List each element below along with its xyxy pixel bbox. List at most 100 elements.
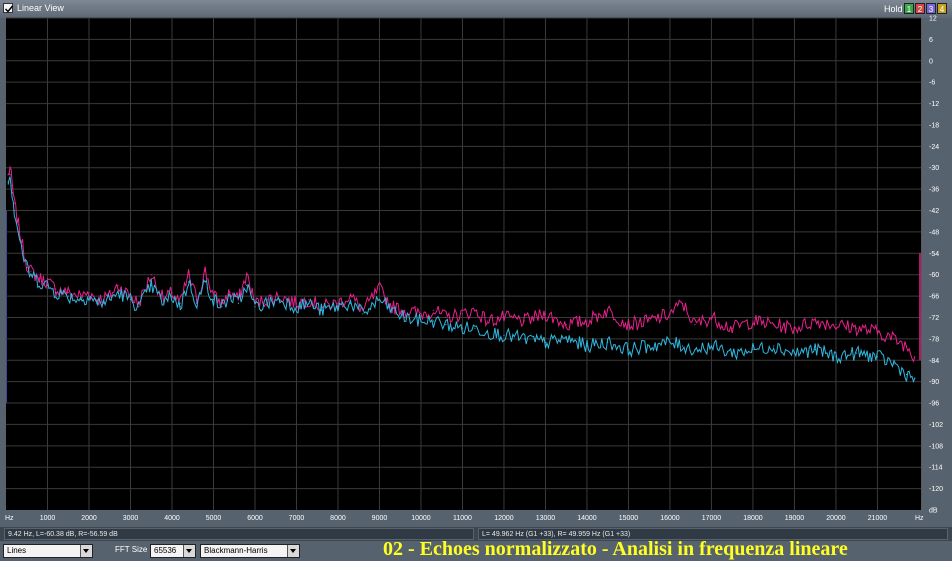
series-2-point bbox=[67, 295, 69, 297]
chevron-down-icon bbox=[287, 545, 299, 557]
series-1-point bbox=[627, 324, 630, 326]
chevron-down-icon bbox=[80, 545, 92, 557]
series-1-point bbox=[229, 291, 231, 294]
series-1-point bbox=[67, 291, 69, 294]
series-1-point bbox=[914, 356, 916, 358]
series-1-point bbox=[279, 295, 281, 297]
series-2-point bbox=[681, 345, 683, 347]
series-1-point bbox=[524, 320, 526, 322]
x-tick-label: 8000 bbox=[330, 515, 346, 522]
series-2-point bbox=[445, 324, 447, 326]
y-tick-label: -18 bbox=[929, 122, 939, 129]
series-1-point bbox=[204, 270, 206, 272]
series-2-point bbox=[461, 327, 464, 329]
series-2-point bbox=[26, 266, 28, 269]
series-1-point bbox=[793, 327, 796, 329]
series-2-point bbox=[378, 299, 381, 301]
series-1-point bbox=[196, 299, 198, 301]
fft-size-select[interactable]: 65536 bbox=[150, 544, 196, 558]
series-2-point bbox=[731, 352, 733, 354]
series-2-point bbox=[432, 320, 435, 322]
series-1-point bbox=[445, 316, 447, 319]
y-tick-label: -72 bbox=[929, 315, 939, 322]
series-2-point bbox=[171, 295, 173, 297]
series-2-point bbox=[420, 320, 422, 322]
series-2-point bbox=[266, 302, 269, 304]
series-1-point bbox=[187, 274, 190, 276]
series-1-point bbox=[171, 291, 173, 294]
x-tick-label: 6000 bbox=[247, 515, 263, 522]
x-right-unit-label: Hz bbox=[915, 515, 924, 522]
x-tick-label: 12000 bbox=[494, 515, 514, 522]
series-2-point bbox=[246, 284, 248, 286]
x-tick-label: 18000 bbox=[743, 515, 763, 522]
series-2-point bbox=[627, 348, 630, 351]
window-function-select[interactable]: Blackmann-Harris bbox=[200, 544, 300, 558]
y-tick-label: -102 bbox=[929, 422, 943, 429]
series-1-point bbox=[432, 309, 435, 311]
y-tick-label: -114 bbox=[929, 465, 943, 472]
series-2-point bbox=[403, 316, 405, 319]
y-tick-label: -96 bbox=[929, 401, 939, 408]
series-1-point bbox=[179, 302, 181, 304]
series-1-point bbox=[9, 167, 11, 169]
x-tick-label: 19000 bbox=[785, 515, 805, 522]
x-tick-label: 13000 bbox=[536, 515, 556, 522]
spectrum-plot[interactable]: 1000 2000 3000 4000 5000 6000 7000 8000 9000 1000… bbox=[0, 0, 952, 527]
x-tick-label: 15000 bbox=[619, 515, 639, 522]
y-unit-label: dB bbox=[929, 508, 938, 515]
series-1-point bbox=[474, 309, 476, 311]
x-tick-label: 16000 bbox=[660, 515, 680, 522]
caption-text: 02 - Echoes normalizzato - Analisi in fr… bbox=[383, 538, 848, 560]
series-2-point bbox=[254, 306, 256, 308]
series-1-point bbox=[420, 313, 422, 315]
series-2-point bbox=[237, 302, 239, 304]
series-1-point bbox=[295, 302, 298, 304]
y-tick-label: 12 bbox=[929, 16, 937, 23]
series-1-point bbox=[378, 288, 381, 290]
series-2-point bbox=[7, 181, 9, 183]
y-tick-label: 0 bbox=[929, 58, 933, 65]
series-2-point bbox=[13, 209, 15, 212]
x-tick-label: 9000 bbox=[372, 515, 388, 522]
x-tick-label: 1000 bbox=[40, 515, 56, 522]
series-1-point bbox=[731, 327, 733, 329]
series-1-point bbox=[337, 302, 339, 304]
series-2-point bbox=[17, 231, 20, 233]
series-2-point bbox=[752, 348, 754, 351]
series-1-point bbox=[7, 174, 9, 176]
series-1-point bbox=[586, 320, 588, 322]
y-tick-label: 6 bbox=[929, 37, 933, 44]
series-2-point bbox=[204, 281, 206, 283]
series-1-point bbox=[308, 299, 310, 301]
series-2-point bbox=[80, 299, 82, 301]
y-tick-label: -24 bbox=[929, 144, 939, 151]
series-1-point bbox=[681, 302, 683, 304]
series-2-point bbox=[138, 306, 140, 308]
series-2-point bbox=[474, 327, 476, 329]
series-2-point bbox=[486, 331, 488, 333]
series-2-point bbox=[607, 341, 609, 344]
series-1-point bbox=[391, 306, 393, 308]
series-1-point bbox=[461, 313, 464, 315]
series-1-point bbox=[21, 245, 24, 247]
x-tick-label: 3000 bbox=[123, 515, 139, 522]
series-1-point bbox=[486, 320, 488, 322]
series-2-point bbox=[55, 291, 57, 294]
y-tick-label: -90 bbox=[929, 379, 939, 386]
display-mode-select[interactable]: Lines bbox=[3, 544, 93, 558]
series-2-point bbox=[793, 352, 796, 354]
series-2-point bbox=[187, 281, 190, 283]
series-1-point bbox=[565, 324, 567, 326]
series-2-point bbox=[38, 281, 40, 283]
series-1-point bbox=[403, 309, 405, 311]
series-2-point bbox=[30, 274, 32, 276]
series-2-point bbox=[9, 174, 11, 176]
y-tick-label: -66 bbox=[929, 294, 939, 301]
series-1-point bbox=[150, 274, 152, 276]
series-2-point bbox=[129, 299, 132, 301]
series-2-point bbox=[565, 338, 567, 340]
series-1-point bbox=[694, 324, 696, 326]
series-2-point bbox=[876, 356, 879, 358]
series-2-point bbox=[179, 306, 181, 308]
